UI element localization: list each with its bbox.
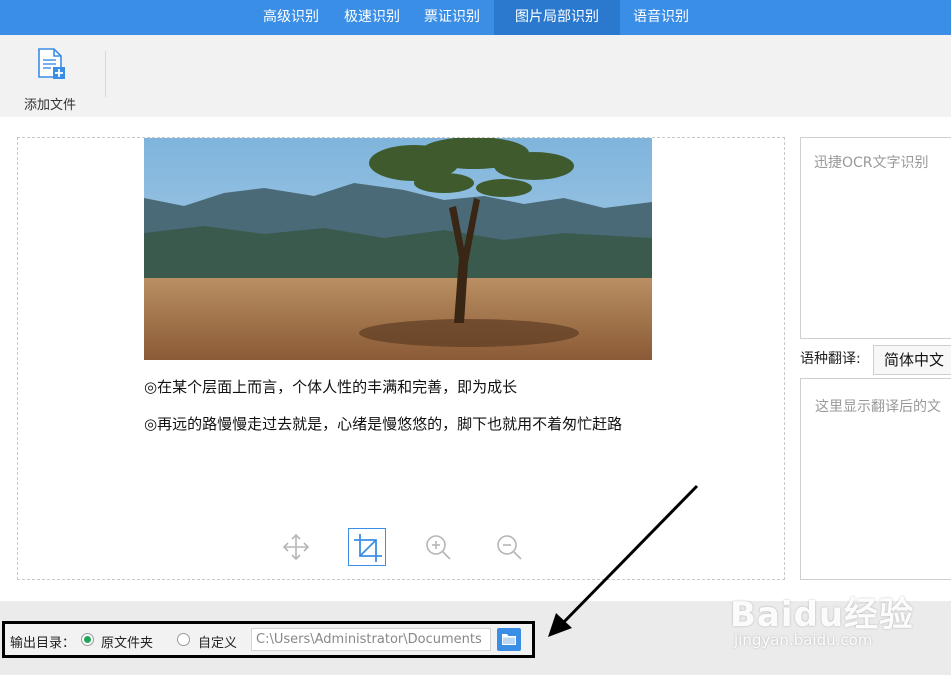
ocr-result-textarea[interactable]: 迅捷OCR文字识别 <box>800 137 951 339</box>
preview-caption-1: ◎在某个层面上而言，个体人性的丰满和完善，即为成长 <box>144 378 518 396</box>
radio-custom-folder-label[interactable]: 自定义 <box>198 632 237 651</box>
translation-placeholder: 这里显示翻译后的文 <box>815 399 941 415</box>
tab-image-partial-recognition[interactable]: 图片局部识别 <box>494 0 620 35</box>
output-directory-row: 输出目录： 原文件夹 自定义 C:\Users\Administrator\Do… <box>2 621 535 658</box>
preview-photo <box>144 138 652 360</box>
translate-language-select[interactable]: 简体中文 <box>873 345 951 375</box>
top-nav: 高级识别 极速识别 票证识别 图片局部识别 语音识别 <box>0 0 951 35</box>
add-file-icon <box>38 48 65 79</box>
add-file-label: 添加文件 <box>23 98 76 113</box>
radio-original-folder-label[interactable]: 原文件夹 <box>101 632 153 651</box>
image-preview-area[interactable]: ◎在某个层面上而言，个体人性的丰满和完善，即为成长 ◎再远的路慢慢走过去就是，心… <box>17 137 785 580</box>
add-file-button[interactable]: 添加文件 <box>14 45 86 113</box>
tab-advanced-recognition[interactable]: 高级识别 <box>248 0 334 35</box>
tab-fast-recognition[interactable]: 极速识别 <box>334 0 410 35</box>
watermark-url: jingyan.baidu.com <box>734 631 873 649</box>
translate-label: 语种翻译: <box>800 351 861 367</box>
zoom-in-button[interactable] <box>419 528 457 566</box>
tab-ticket-recognition[interactable]: 票证识别 <box>410 0 494 35</box>
baidu-watermark: Baidu经验 jingyan.baidu.com <box>728 573 938 653</box>
browse-folder-button[interactable] <box>497 628 521 651</box>
move-button[interactable] <box>277 528 315 566</box>
folder-icon <box>502 634 516 645</box>
radio-original-folder[interactable] <box>81 633 94 646</box>
ocr-placeholder: 迅捷OCR文字识别 <box>814 155 929 171</box>
zoom-out-button[interactable] <box>490 528 528 566</box>
output-path-input[interactable]: C:\Users\Administrator\Documents <box>251 628 491 651</box>
watermark-logo-text: Baidu经验 <box>730 595 915 635</box>
zoom-out-icon <box>497 535 522 560</box>
tab-voice-recognition[interactable]: 语音识别 <box>620 0 702 35</box>
crop-button[interactable] <box>348 528 386 566</box>
move-icon <box>282 533 310 561</box>
toolbar-divider <box>105 51 106 97</box>
preview-caption-2: ◎再远的路慢慢走过去就是，心绪是慢悠悠的，脚下也就用不着匆忙赶路 <box>144 415 623 433</box>
crop-icon <box>354 534 382 562</box>
toolbar: 添加文件 <box>0 35 951 117</box>
radio-custom-folder[interactable] <box>177 633 190 646</box>
zoom-in-icon <box>426 535 451 560</box>
output-directory-label: 输出目录： <box>10 636 76 651</box>
translation-result-textarea[interactable]: 这里显示翻译后的文 <box>800 378 951 580</box>
